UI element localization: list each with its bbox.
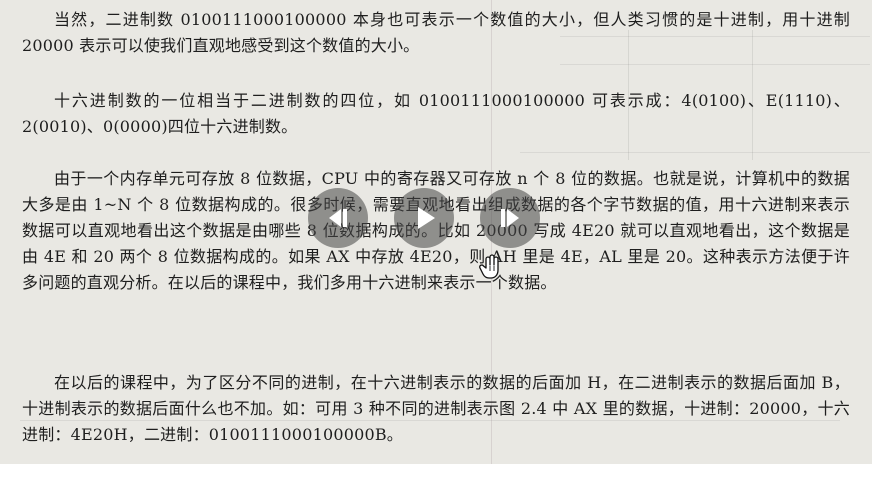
play-icon [418,207,435,229]
video-player-controls [296,188,556,248]
scanned-page: 当然，二进制数 0100111000100000 本身也可表示一个数值的大小，但… [0,0,872,464]
paragraph: 当然，二进制数 0100111000100000 本身也可表示一个数值的大小，但… [22,10,850,55]
bleed-through-rule [560,64,870,65]
paragraph: 在以后的课程中，为了区分不同的进制，在十六进制表示的数据的后面加 H，在二进制表… [22,373,850,444]
skip-forward-button[interactable] [480,188,540,248]
skip-back-button[interactable] [308,188,368,248]
skip-forward-icon [501,209,519,227]
play-button[interactable] [394,188,454,248]
document-viewer: 当然，二进制数 0100111000100000 本身也可表示一个数值的大小，但… [0,0,872,479]
skip-back-icon [329,209,347,227]
bleed-through-rule [520,152,870,153]
hand-pointer-icon [479,254,499,279]
paragraph: 十六进制数的一位相当于二进制数的四位，如 0100111000100000 可表… [22,91,850,136]
